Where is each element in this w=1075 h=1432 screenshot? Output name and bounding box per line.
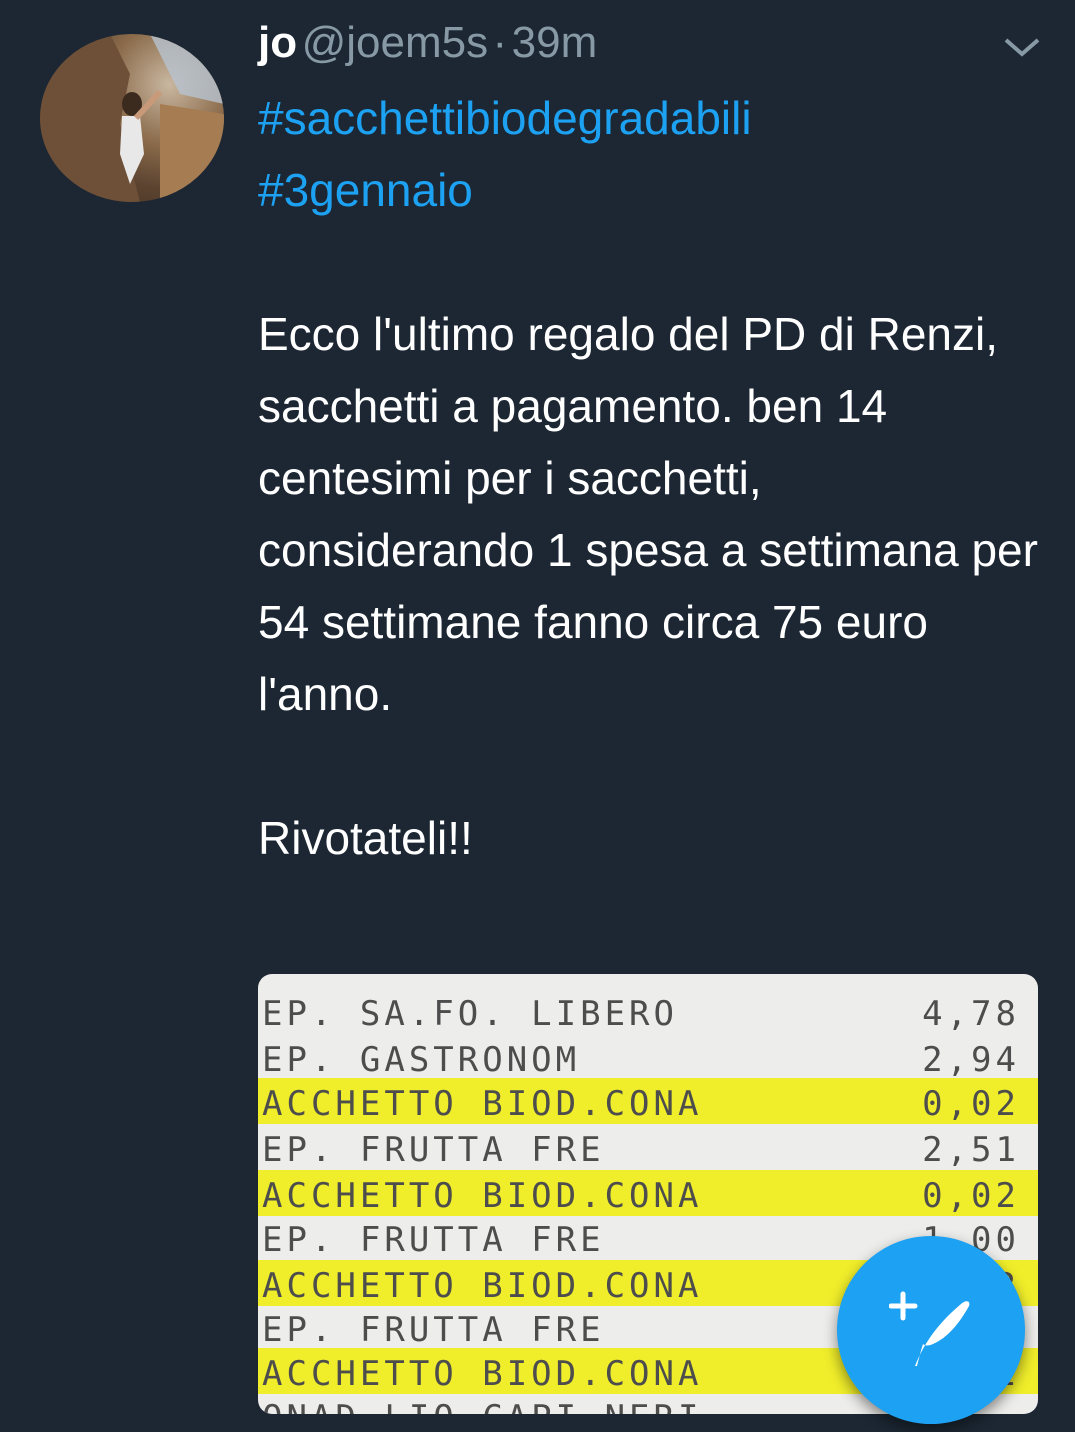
receipt-item: ACCHETTO BIOD.CONA — [262, 1176, 703, 1216]
receipt-amount: 4,78 — [922, 994, 1020, 1034]
tweet-time: 39m — [511, 18, 598, 67]
hashtag-link[interactable]: #3gennaio — [258, 164, 473, 216]
tweet-header: jo @joem5s · 39m — [258, 18, 597, 78]
compose-button[interactable] — [837, 1236, 1025, 1424]
chevron-down-icon[interactable] — [1002, 32, 1042, 62]
tweet-text: #sacchettibiodegradabili #3gennaio Ecco … — [258, 82, 1038, 874]
separator-dot: · — [492, 18, 508, 67]
receipt-item: EP. FRUTTA FRE — [262, 1130, 605, 1170]
receipt-item: EP. GASTRONOM — [262, 1040, 581, 1080]
tweet-body: Ecco l'ultimo regalo del PD di Renzi, sa… — [258, 308, 1038, 864]
receipt-item: ONAD LIQ CAPI NERI — [262, 1398, 702, 1414]
author-name[interactable]: jo — [258, 18, 297, 67]
compose-tweet-icon — [889, 1291, 970, 1366]
receipt-amount: 2,51 — [922, 1130, 1020, 1170]
receipt-amount: 0,02 — [922, 1176, 1020, 1216]
receipt-row: EP. SA.FO. LIBERO 4,78 — [258, 988, 1038, 1034]
receipt-row: EP. FRUTTA FRE 2,51 — [258, 1124, 1038, 1170]
hashtag-link[interactable]: #sacchettibiodegradabili — [258, 92, 752, 144]
avatar[interactable] — [40, 34, 224, 202]
receipt-item: ACCHETTO BIOD.CONA — [262, 1354, 703, 1394]
receipt-row: ACCHETTO BIOD.CONA 0,02 — [258, 1170, 1038, 1216]
receipt-amount: 0,02 — [922, 1084, 1020, 1124]
receipt-row: EP. GASTRONOM 2,94 — [258, 1034, 1038, 1080]
receipt-item: ACCHETTO BIOD.CONA — [262, 1084, 703, 1124]
receipt-item: EP. FRUTTA FRE — [262, 1310, 605, 1350]
receipt-row: ACCHETTO BIOD.CONA 0,02 — [258, 1078, 1038, 1124]
receipt-item: ACCHETTO BIOD.CONA — [262, 1266, 703, 1306]
receipt-item: EP. SA.FO. LIBERO — [262, 994, 678, 1034]
avatar-image — [40, 34, 224, 202]
receipt-amount: 2,94 — [922, 1040, 1020, 1080]
author-handle[interactable]: @joem5s — [302, 18, 489, 67]
receipt-item: EP. FRUTTA FRE — [262, 1220, 605, 1260]
